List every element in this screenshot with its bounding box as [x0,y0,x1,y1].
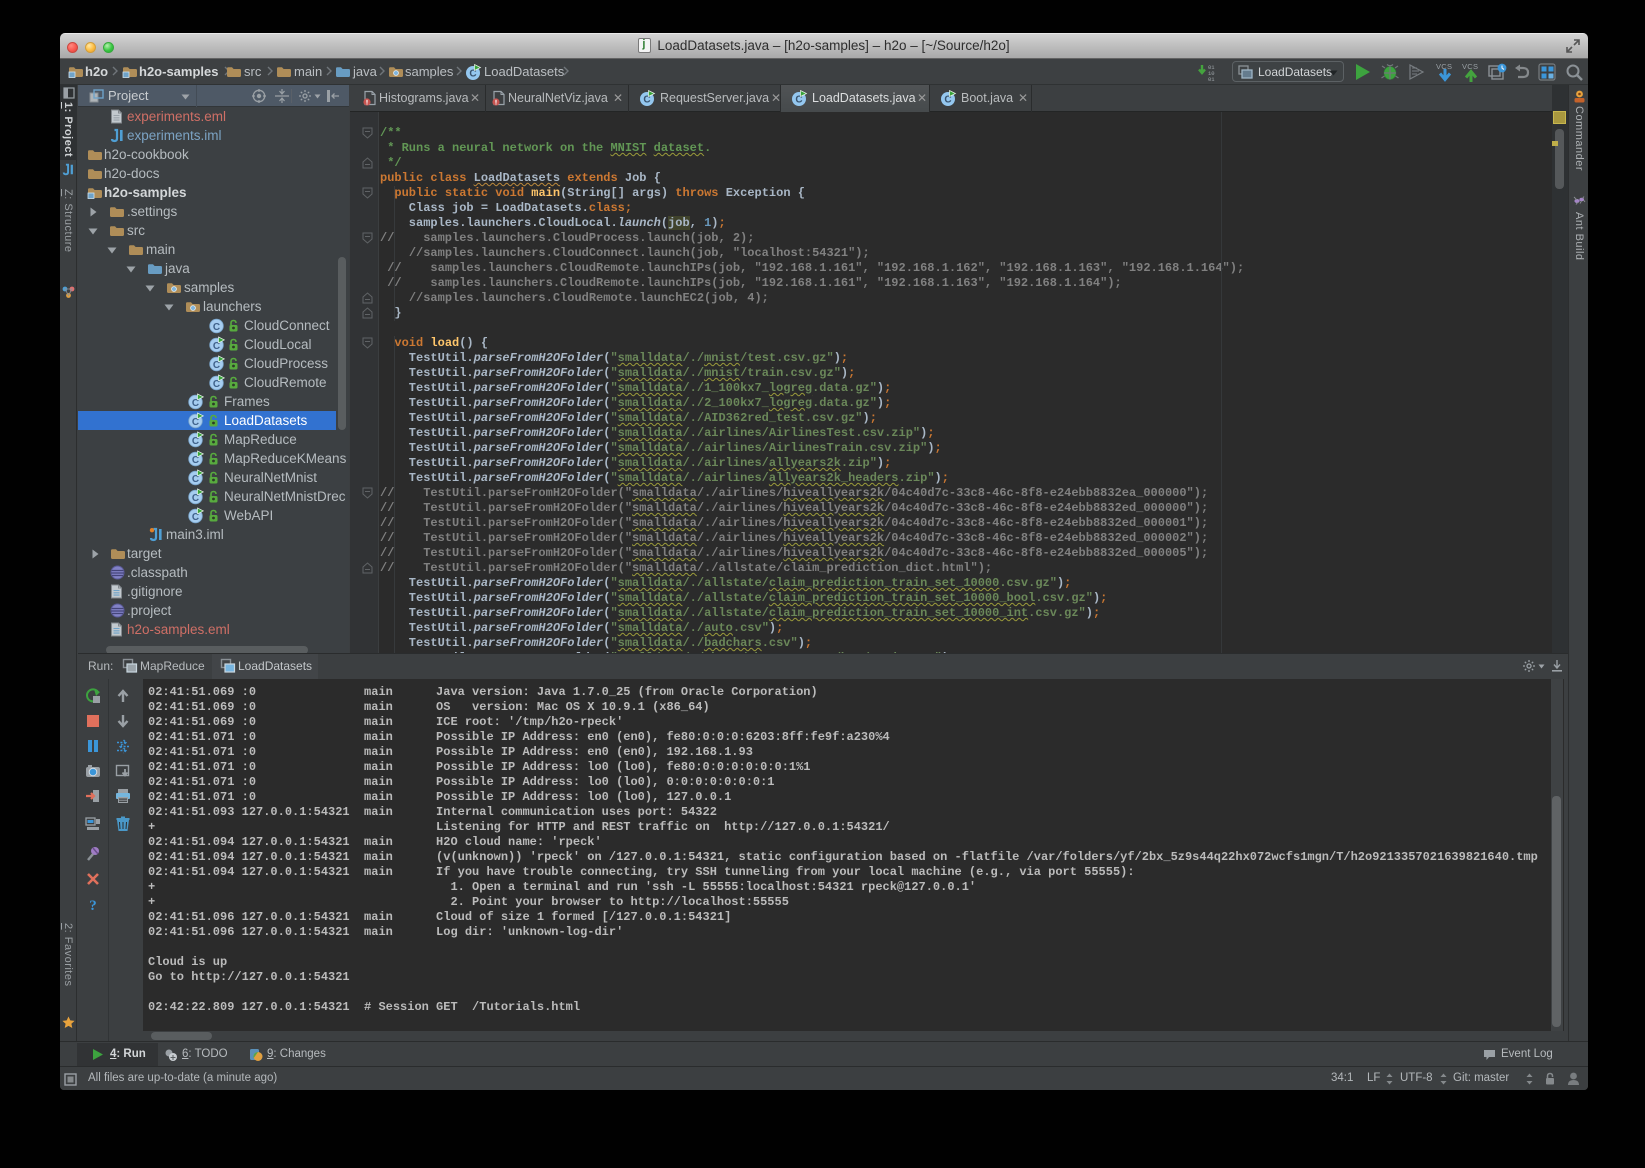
svg-text:?: ? [89,898,97,912]
svg-text:C: C [213,322,220,333]
svg-text:01: 01 [1208,76,1215,81]
